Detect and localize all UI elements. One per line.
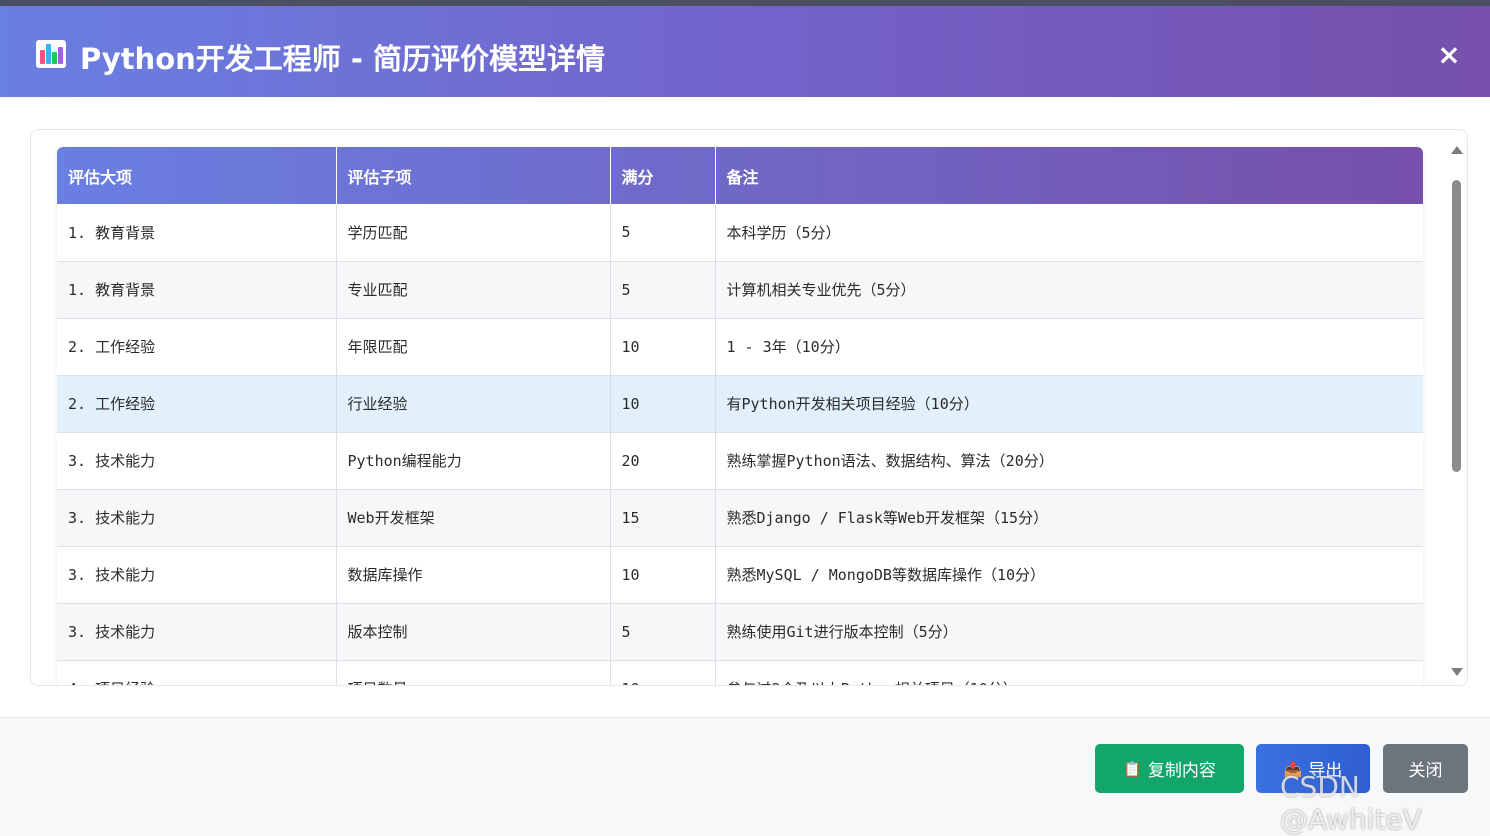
cell-remarks: 熟练使用Git进行版本控制（5分） (726, 623, 958, 641)
export-icon: 📤 (1283, 759, 1303, 778)
table-row: 3. 技术能力 Python编程能力 20 熟练掌握Python语法、数据结构、… (57, 432, 1423, 489)
dialog-body: 评估大项 评估子项 满分 备注 1. 教育背景 学历匹配 5 本科学历（5分） … (30, 129, 1468, 686)
cell-max-score: 15 (610, 489, 716, 546)
dialog-footer: 📋 复制内容 📤 导出 关闭 (0, 717, 1490, 814)
export-button[interactable]: 📤 导出 (1256, 744, 1370, 793)
bar-chart-icon (36, 40, 66, 68)
table-row: 3. 技术能力 数据库操作 10 熟悉MySQL / MongoDB等数据库操作… (57, 546, 1423, 603)
cell-subitem: 数据库操作 (336, 546, 611, 603)
cell-max-score: 10 (610, 546, 716, 603)
cell-max-score: 20 (610, 432, 716, 489)
cell-subitem: 年限匹配 (336, 318, 611, 375)
vertical-scrollbar[interactable] (1450, 140, 1464, 680)
cell-remarks: 有Python开发相关项目经验（10分） (726, 395, 979, 413)
copy-content-button[interactable]: 📋 复制内容 (1095, 744, 1244, 793)
cell-remarks: 本科学历（5分） (726, 223, 841, 242)
cell-max-score: 10 (610, 318, 716, 375)
cell-category: 2. 工作经验 (57, 318, 337, 375)
table-row: 2. 工作经验 年限匹配 10 1 - 3年（10分） (57, 318, 1423, 375)
cell-remarks: 计算机相关专业优先（5分） (726, 281, 916, 299)
cell-subitem: 专业匹配 (336, 261, 611, 318)
column-header-subitem: 评估子项 (336, 147, 611, 204)
table-row: 3. 技术能力 Web开发框架 15 熟悉Django / Flask等Web开… (57, 489, 1423, 546)
dialog-title: Python开发工程师 - 简历评价模型详情 (80, 42, 606, 76)
cell-category: 1. 教育背景 (57, 204, 337, 261)
cell-category: 3. 技术能力 (57, 603, 337, 660)
cell-subitem: 版本控制 (336, 603, 611, 660)
scrollbar-thumb[interactable] (1452, 180, 1461, 472)
copy-button-label: 复制内容 (1147, 761, 1216, 781)
table-row: 1. 教育背景 学历匹配 5 本科学历（5分） (57, 204, 1423, 261)
cell-max-score: 10 (610, 660, 716, 685)
cell-remarks: 熟悉MySQL / MongoDB等数据库操作（10分） (726, 566, 1046, 584)
table-row-highlighted: 2. 工作经验 行业经验 10 有Python开发相关项目经验（10分） (57, 375, 1423, 432)
cell-remarks: 参与过2个及以上Python相关项目（10分） (715, 660, 1423, 685)
cell-max-score: 10 (610, 375, 716, 432)
table-row: 3. 技术能力 版本控制 5 熟练使用Git进行版本控制（5分） (57, 603, 1423, 660)
cell-subitem: Python编程能力 (336, 432, 611, 489)
cell-subitem: 项目数量 (336, 660, 611, 685)
close-button[interactable]: 关闭 (1383, 744, 1468, 793)
column-header-max-score: 满分 (610, 147, 716, 204)
cell-category: 3. 技术能力 (57, 546, 337, 603)
cell-remarks: 熟悉Django / Flask等Web开发框架（15分） (726, 509, 1049, 527)
scroll-down-arrow-icon[interactable] (1451, 668, 1463, 676)
table-row: 4. 项目经验 项目数量 10 参与过2个及以上Python相关项目（10分） (57, 660, 1423, 685)
close-button-label: 关闭 (1408, 761, 1443, 781)
cell-max-score: 5 (610, 603, 716, 660)
cell-category: 2. 工作经验 (57, 375, 337, 432)
cell-subitem: 行业经验 (336, 375, 611, 432)
close-icon[interactable]: × (1436, 41, 1462, 69)
scroll-up-arrow-icon[interactable] (1451, 146, 1463, 154)
export-button-label: 导出 (1308, 761, 1343, 781)
cell-category: 3. 技术能力 (57, 489, 337, 546)
table-header-row: 评估大项 评估子项 满分 备注 (57, 147, 1423, 204)
cell-subitem: Web开发框架 (336, 489, 611, 546)
clipboard-icon: 📋 (1123, 759, 1142, 778)
cell-category: 1. 教育背景 (57, 261, 337, 318)
column-header-remarks: 备注 (726, 167, 759, 187)
evaluation-model-dialog: Python开发工程师 - 简历评价模型详情 × 评估大项 评估子项 满分 备注 (0, 6, 1490, 814)
table-row: 1. 教育背景 专业匹配 5 计算机相关专业优先（5分） (57, 261, 1423, 318)
cell-remarks: 熟练掌握Python语法、数据结构、算法（20分） (726, 452, 1054, 470)
evaluation-table-container[interactable]: 评估大项 评估子项 满分 备注 1. 教育背景 学历匹配 5 本科学历（5分） … (57, 147, 1423, 685)
cell-max-score: 5 (610, 261, 716, 318)
cell-category: 3. 技术能力 (57, 432, 337, 489)
evaluation-table: 评估大项 评估子项 满分 备注 1. 教育背景 学历匹配 5 本科学历（5分） … (57, 147, 1423, 685)
cell-subitem: 学历匹配 (336, 204, 611, 261)
cell-max-score: 5 (610, 204, 716, 261)
column-header-category: 评估大项 (57, 147, 337, 204)
dialog-header: Python开发工程师 - 简历评价模型详情 × (0, 6, 1490, 97)
cell-remarks: 1 - 3年（10分） (726, 338, 850, 356)
cell-category: 4. 项目经验 (57, 660, 337, 685)
